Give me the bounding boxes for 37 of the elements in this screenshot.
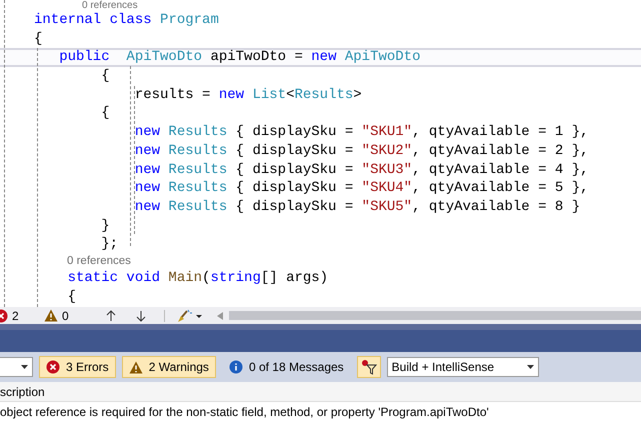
code-line: }: [100, 216, 111, 236]
info-icon: [228, 360, 243, 374]
caret-icon: [21, 365, 28, 369]
caret-icon: [526, 365, 534, 369]
column-header[interactable]: scription: [0, 382, 45, 400]
filter-button[interactable]: 0 of 18 Messages: [222, 356, 351, 378]
references-lens[interactable]: 0 references: [82, 0, 138, 11]
error-count[interactable]: 2: [12, 306, 19, 324]
filter-icon: [360, 359, 377, 375]
scope-dropdown[interactable]: Build + IntelliSense: [386, 357, 539, 377]
filter-button[interactable]: 2 Warnings: [122, 356, 216, 378]
code-line: {: [100, 67, 111, 86]
code-line: static void Main(string[] args): [66, 268, 330, 288]
code-line: internal class Program: [33, 11, 220, 30]
error-row[interactable]: object reference is required for the non-static field, method, or property 'Program.apiTwoDto': [0, 402, 641, 422]
code-line: new Results { displaySku = "SKU5", qtyAvailable = 8 }: [134, 198, 582, 217]
warning-count[interactable]: 0: [62, 306, 69, 324]
code-line: };: [100, 235, 120, 254]
brush-icon[interactable]: [177, 308, 205, 322]
code-line: {: [66, 288, 78, 306]
filter-toggle-button[interactable]: [356, 356, 381, 378]
code-line: new Results { displaySku = "SKU2", qtyAvailable = 2 },: [134, 142, 590, 160]
dropdown[interactable]: [0, 357, 33, 377]
code-line: new Results { displaySku = "SKU4", qtyAvailable = 5 },: [134, 179, 590, 198]
horizontal-scrollbar[interactable]: [229, 311, 641, 320]
up-arrow-icon[interactable]: [106, 310, 116, 322]
filter-button[interactable]: 3 Errors: [39, 356, 116, 378]
error-icon: [46, 360, 60, 374]
code-line: new Results { displaySku = "SKU3", qtyAvailable = 4 },: [134, 160, 590, 180]
warning-icon: [44, 309, 58, 322]
warning-icon: [128, 360, 143, 374]
references-lens[interactable]: 0 references: [67, 254, 131, 269]
code-line: new Results { displaySku = "SKU1", qtyAvailable = 1 },: [134, 123, 590, 142]
code-line: results = new List<Results>: [134, 86, 363, 104]
down-arrow-icon[interactable]: [136, 310, 146, 322]
code-line: {: [33, 30, 44, 48]
code-line: {: [100, 104, 111, 124]
